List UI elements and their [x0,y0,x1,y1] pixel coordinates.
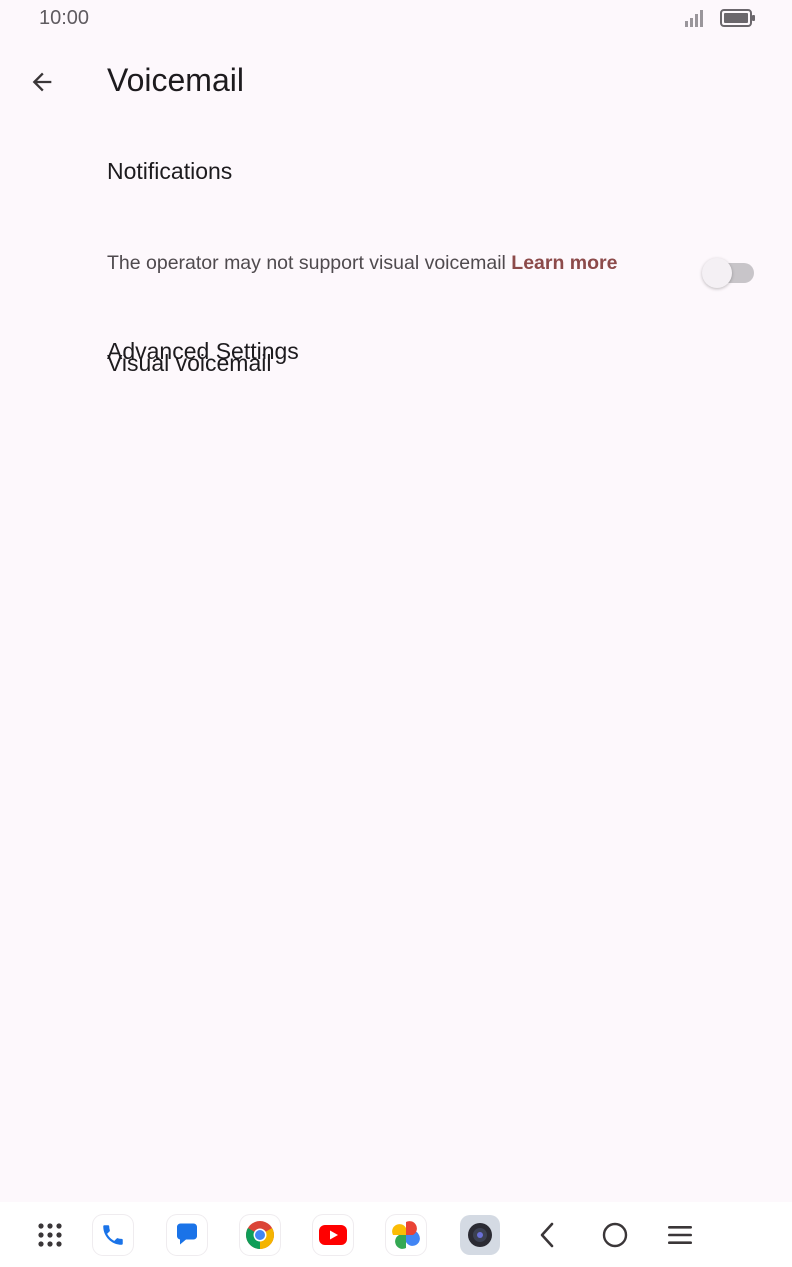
phone-app[interactable] [93,1215,133,1255]
system-recents-button[interactable] [660,1215,700,1255]
settings-list: Notifications Visual voicemail The opera… [0,135,792,415]
learn-more-link[interactable]: Learn more [511,252,617,274]
back-icon [540,1222,554,1248]
photos-app[interactable] [386,1215,426,1255]
visual-voicemail-setting[interactable]: Visual voicemail The operator may not su… [0,215,792,376]
notifications-title: Notifications [107,158,233,184]
apps-grid-icon [38,1223,62,1247]
chrome-app[interactable] [240,1215,280,1255]
photos-icon [392,1221,420,1249]
status-icons [684,8,756,28]
camera-icon [468,1223,492,1247]
status-bar: 10:00 [0,0,792,40]
recents-icon [668,1226,692,1244]
system-back-button[interactable] [528,1215,568,1255]
navigation-bar [0,1202,792,1267]
messages-icon [177,1223,197,1245]
system-home-button[interactable] [595,1215,635,1255]
advanced-settings-setting[interactable]: Advanced Settings [0,335,792,415]
messages-app[interactable] [167,1215,207,1255]
phone-icon [103,1225,123,1245]
status-time: 10:00 [39,7,90,29]
advanced-settings-title: Advanced Settings [107,338,299,364]
home-icon [602,1222,628,1248]
app-bar: Voicemail [0,50,792,120]
page-title: Voicemail [107,62,244,98]
youtube-app[interactable] [313,1215,353,1255]
toggle-thumb [702,258,732,288]
back-button[interactable] [20,60,64,104]
camera-app[interactable] [460,1215,500,1255]
visual-voicemail-toggle[interactable] [702,258,754,288]
visual-voicemail-summary: The operator may not support visual voic… [107,252,617,275]
battery-icon [720,9,755,27]
chrome-icon [246,1221,274,1249]
notifications-setting[interactable]: Notifications [0,135,792,215]
youtube-icon [319,1225,347,1245]
signal-icon [685,10,703,27]
visual-voicemail-summary-text: The operator may not support visual voic… [107,252,506,274]
arrow-back-icon [32,72,52,92]
app-drawer-button[interactable] [30,1215,70,1255]
